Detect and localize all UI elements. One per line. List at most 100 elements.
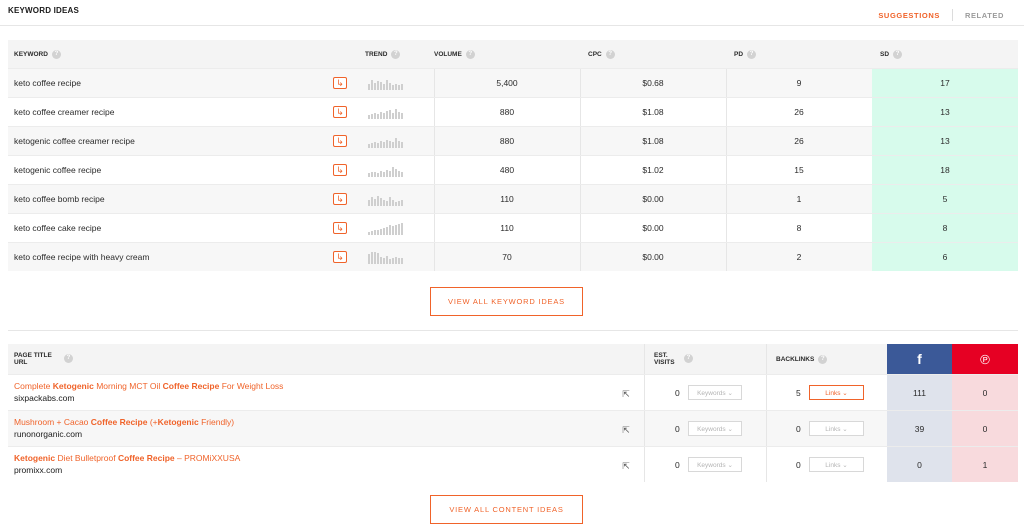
tab-related[interactable]: RELATED	[965, 11, 1004, 20]
arrow-right-icon[interactable]: ↳	[333, 251, 347, 263]
est-visits-value: 0	[675, 424, 680, 434]
view-all-keyword-ideas-button[interactable]: VIEW ALL KEYWORD IDEAS	[430, 287, 583, 316]
external-link-icon[interactable]: ⇱	[621, 461, 631, 471]
page-url: promixx.com	[14, 465, 63, 475]
column-divider	[766, 411, 767, 446]
cpc-cell: $0.68	[642, 78, 664, 88]
trend-sparkline	[368, 250, 404, 264]
tab-divider	[951, 9, 953, 21]
help-icon[interactable]: ?	[64, 354, 73, 363]
page-url: runonorganic.com	[14, 429, 83, 439]
backlinks-value: 0	[796, 424, 801, 434]
keyword-cell[interactable]: keto coffee creamer recipe	[14, 98, 114, 126]
page-title-link[interactable]: Mushroom + Cacao Coffee Recipe (+Ketogen…	[14, 417, 234, 427]
keywords-dropdown-button[interactable]: Keywords ⌄	[688, 421, 742, 436]
column-divider	[644, 447, 645, 482]
help-icon[interactable]: ?	[747, 49, 757, 59]
table-header: KEYWORD ? TREND ? VOLUME ? CPC ? PD ? SD…	[8, 40, 1018, 68]
links-dropdown-button[interactable]: Links ⌄	[809, 421, 864, 436]
arrow-right-icon[interactable]: ↳	[333, 193, 347, 205]
page-title-link[interactable]: Complete Ketogenic Morning MCT Oil Coffe…	[14, 381, 283, 391]
trend-sparkline	[368, 76, 404, 90]
facebook-shares-value: 111	[887, 375, 952, 410]
column-label: CPC	[588, 50, 602, 58]
column-label: EST.	[654, 352, 668, 359]
table-row: Complete Ketogenic Morning MCT Oil Coffe…	[8, 374, 1018, 410]
title-segment: For Weight Loss	[219, 381, 284, 391]
column-label: PAGE TITLE	[14, 352, 52, 359]
pd-cell: 9	[796, 78, 802, 88]
column-divider	[766, 375, 767, 410]
arrow-right-icon[interactable]: ↳	[333, 222, 347, 234]
trend-sparkline	[368, 192, 404, 206]
column-label: KEYWORD	[14, 50, 48, 58]
page-title-link[interactable]: Ketogenic Diet Bulletproof Coffee Recipe…	[14, 453, 240, 463]
pinterest-icon[interactable]: ℗	[952, 344, 1018, 374]
sd-cell: 5	[872, 185, 1018, 213]
cpc-cell: $1.08	[642, 107, 664, 117]
column-header-trend: TREND ?	[365, 40, 401, 68]
cpc-cell: $0.00	[642, 223, 664, 233]
sd-cell: 17	[872, 69, 1018, 97]
content-rows: Complete Ketogenic Morning MCT Oil Coffe…	[8, 374, 1018, 482]
title-segment: Ketogenic	[52, 381, 94, 391]
title-segment: Coffee Recipe	[162, 381, 220, 391]
pd-cell: 2	[796, 252, 802, 262]
column-header-page-title: PAGE TITLE URL	[14, 344, 52, 374]
keyword-cell[interactable]: keto coffee cake recipe	[14, 214, 101, 242]
facebook-icon[interactable]: f	[887, 344, 952, 374]
column-label: SD	[880, 50, 890, 58]
keyword-rows: keto coffee recipe ↳ 5,400 $0.68 9 17 keto cof…	[8, 68, 1018, 271]
keyword-cell[interactable]: ketogenic coffee recipe	[14, 156, 101, 184]
pd-cell: 1	[796, 194, 802, 204]
keywords-dropdown-button[interactable]: Keywords ⌄	[688, 457, 742, 472]
table-row: Mushroom + Cacao Coffee Recipe (+Ketogen…	[8, 410, 1018, 446]
pinterest-shares-value: 0	[952, 411, 1018, 446]
sd-cell: 8	[872, 214, 1018, 242]
view-all-content-ideas-button[interactable]: VIEW ALL CONTENT IDEAS	[430, 495, 583, 524]
pd-cell: 26	[794, 136, 804, 146]
help-icon[interactable]: ?	[465, 49, 475, 59]
table-row: Ketogenic Diet Bulletproof Coffee Recipe…	[8, 446, 1018, 482]
keyword-cell[interactable]: keto coffee recipe	[14, 69, 81, 97]
sd-cell: 6	[872, 243, 1018, 271]
keyword-cell[interactable]: keto coffee bomb recipe	[14, 185, 105, 213]
pd-cell: 15	[794, 165, 804, 175]
volume-cell: 5,400	[496, 78, 518, 88]
tab-suggestions[interactable]: SUGGESTIONS	[878, 11, 940, 20]
arrow-right-icon[interactable]: ↳	[333, 106, 347, 118]
keyword-cell[interactable]: ketogenic coffee creamer recipe	[14, 127, 135, 155]
column-header-backlinks: BACKLINKS ?	[776, 344, 828, 374]
arrow-right-icon[interactable]: ↳	[333, 135, 347, 147]
column-divider	[644, 375, 645, 410]
title-segment: (+	[147, 417, 158, 427]
help-icon[interactable]: ?	[391, 49, 401, 59]
sd-cell: 13	[872, 98, 1018, 126]
title-segment: Mushroom + Cacao	[14, 417, 91, 427]
help-icon[interactable]: ?	[605, 49, 615, 59]
est-visits-value: 0	[675, 388, 680, 398]
page-url: sixpackabs.com	[14, 393, 75, 403]
column-label: BACKLINKS	[776, 355, 815, 363]
external-link-icon[interactable]: ⇱	[621, 425, 631, 435]
column-divider	[766, 344, 767, 374]
keywords-dropdown-button[interactable]: Keywords ⌄	[688, 385, 742, 400]
links-dropdown-button[interactable]: Links ⌄	[809, 385, 864, 400]
help-icon[interactable]: ?	[818, 354, 828, 364]
column-label: PD	[734, 50, 744, 58]
keyword-cell[interactable]: keto coffee recipe with heavy cream	[14, 243, 149, 271]
help-icon[interactable]: ?	[684, 354, 693, 363]
column-divider	[644, 344, 645, 374]
arrow-right-icon[interactable]: ↳	[333, 77, 347, 89]
arrow-right-icon[interactable]: ↳	[333, 164, 347, 176]
help-icon[interactable]: ?	[51, 49, 61, 59]
table-row: keto coffee cake recipe ↳ 110 $0.00 8 8	[8, 213, 1018, 242]
trend-sparkline	[368, 163, 404, 177]
external-link-icon[interactable]: ⇱	[621, 389, 631, 399]
links-dropdown-button[interactable]: Links ⌄	[809, 457, 864, 472]
volume-cell: 880	[499, 107, 515, 117]
table-row: keto coffee recipe with heavy cream ↳ 70 $0…	[8, 242, 1018, 271]
help-icon[interactable]: ?	[893, 49, 903, 59]
column-header-pd: PD ?	[734, 40, 757, 68]
title-segment: Coffee Recipe	[90, 417, 148, 427]
